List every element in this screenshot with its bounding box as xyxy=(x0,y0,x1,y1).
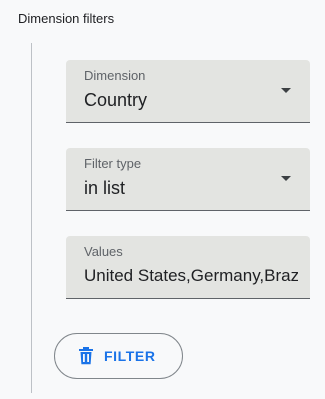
filter-type-value: in list xyxy=(84,178,126,198)
delete-icon xyxy=(79,347,93,365)
dimension-label: Dimension xyxy=(84,68,146,83)
values-field[interactable]: Values xyxy=(66,236,310,299)
values-input[interactable] xyxy=(84,263,298,289)
section-title: Dimension filters xyxy=(18,11,115,26)
filter-button-label: FILTER xyxy=(104,348,156,364)
filter-button[interactable]: FILTER xyxy=(54,333,183,379)
dimension-select[interactable]: Dimension Country xyxy=(66,60,310,123)
values-label: Values xyxy=(84,244,123,259)
filter-type-select[interactable]: Filter type in list xyxy=(66,148,310,211)
dropdown-arrow-icon[interactable] xyxy=(281,176,291,181)
filter-group-rule xyxy=(31,43,32,393)
dropdown-arrow-icon[interactable] xyxy=(281,88,291,93)
dimension-value: Country xyxy=(84,90,148,110)
filter-type-label: Filter type xyxy=(84,156,142,171)
